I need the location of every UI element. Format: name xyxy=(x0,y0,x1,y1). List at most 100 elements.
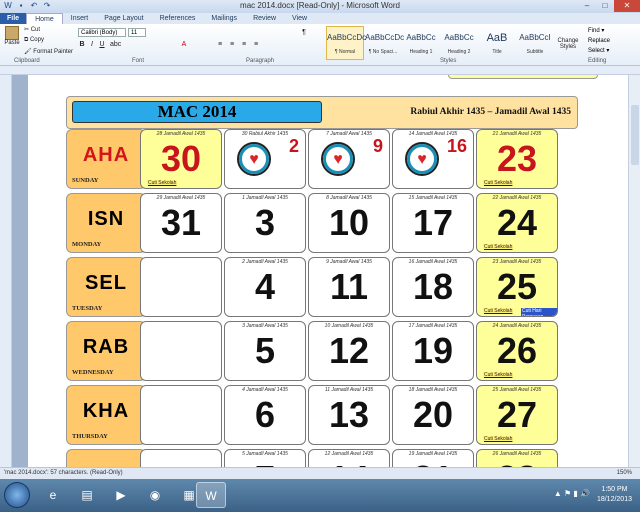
hari-sukan-logo: ♥ xyxy=(405,142,439,176)
clock-time: 1:50 PM xyxy=(601,486,628,493)
system-tray[interactable]: ▲ ⚑ ▮ 🔊 xyxy=(554,489,590,498)
date-cell: 7 Jamadil Awal 1435 ♥ 9 xyxy=(308,129,390,189)
day-name-english: TUESDAY xyxy=(72,305,103,312)
cut-button[interactable]: ✂ Cut xyxy=(24,26,40,33)
date-number: 10 xyxy=(328,202,370,243)
month-title: MAC 2014 xyxy=(72,101,322,123)
font-name-select[interactable]: Calibri (Body) xyxy=(78,28,126,37)
style-label: Heading 2 xyxy=(447,49,471,55)
date-number: 13 xyxy=(328,394,370,435)
date-cell: 1 Jamadil Awal 1435 3 xyxy=(224,193,306,253)
vertical-ruler[interactable] xyxy=(0,75,12,467)
hijri-date: 9 Jamadil Awal 1435 xyxy=(326,259,372,265)
date-cell: 28 Jamadil Awal 1435 30 Cuti Sekolah xyxy=(140,129,222,189)
date-number: 18 xyxy=(412,266,454,307)
cut-label: Cut xyxy=(30,27,41,33)
word-taskbar-icon[interactable]: W xyxy=(196,482,226,508)
date-cell xyxy=(140,385,222,445)
date-number: 12 xyxy=(328,330,370,371)
style-title[interactable]: AaB Title xyxy=(478,26,516,60)
clipboard-icon xyxy=(5,26,19,40)
scroll-thumb[interactable] xyxy=(631,105,639,165)
select-button[interactable]: Select ▾ xyxy=(588,46,610,56)
style-preview: AaBbCcI xyxy=(519,33,551,42)
date-number: 21 xyxy=(393,459,473,468)
tab-insert[interactable]: Insert xyxy=(63,13,97,24)
tab-mailings[interactable]: Mailings xyxy=(203,13,245,24)
hijri-date: 19 Jamadil Awal 1435 xyxy=(408,451,458,457)
minimize-button[interactable]: – xyxy=(578,0,596,12)
firefox-icon[interactable]: ◉ xyxy=(140,482,170,508)
align-center-button[interactable]: ≡ xyxy=(228,40,236,49)
justify-button[interactable]: ≡ xyxy=(252,40,260,49)
style-subtitle[interactable]: AaBbCcI Subtitle xyxy=(516,26,554,60)
maximize-button[interactable]: □ xyxy=(596,0,614,12)
document-page[interactable]: MAC 2014 Rabiul Akhir 1435 – Jamadil Awa… xyxy=(28,75,628,467)
style-normal[interactable]: AaBbCcDc ¶ Normal xyxy=(326,26,366,60)
tab-home[interactable]: Home xyxy=(26,13,63,24)
paste-button[interactable]: Paste xyxy=(3,26,21,52)
style-no-spacing[interactable]: AaBbCcDc ¶ No Spaci... xyxy=(364,26,405,60)
close-button[interactable]: ✕ xyxy=(614,0,640,12)
hijri-date: 1 Jamadil Awal 1435 xyxy=(242,195,288,201)
hijri-date: 16 Jamadil Awal 1435 xyxy=(408,259,458,265)
font-color-button[interactable]: A xyxy=(180,40,188,49)
tab-view[interactable]: View xyxy=(284,13,315,24)
date-cell: 9 Jamadil Awal 1435 11 xyxy=(308,257,390,317)
day-name-malay: AHA xyxy=(82,144,130,166)
date-number: 31 xyxy=(160,202,202,243)
clock[interactable]: 1:50 PM 18/12/2013 xyxy=(597,485,632,505)
calendar-header: MAC 2014 Rabiul Akhir 1435 – Jamadil Awa… xyxy=(66,96,578,129)
align-left-button[interactable]: ≡ xyxy=(216,40,224,49)
bold-button[interactable]: B xyxy=(78,40,86,49)
date-number: 7 xyxy=(225,459,305,468)
style-preview: AaBbCcDc xyxy=(365,33,405,42)
change-styles-button[interactable]: Change Styles xyxy=(554,38,582,50)
horizontal-ruler[interactable] xyxy=(0,66,640,75)
copy-label: Copy xyxy=(29,37,44,43)
date-cell: 22 Jamadil Awal 1435 24 Cuti Sekolah xyxy=(476,193,558,253)
date-number: 28 xyxy=(477,459,557,468)
tab-page-layout[interactable]: Page Layout xyxy=(96,13,151,24)
style-heading-1[interactable]: AaBbCc Heading 1 xyxy=(402,26,440,60)
replace-button[interactable]: Replace xyxy=(588,36,610,46)
date-cell xyxy=(140,321,222,381)
underline-button[interactable]: U xyxy=(98,40,106,49)
format-painter-button[interactable]: 🖌 Format Painter xyxy=(24,48,73,55)
date-cell: 18 Jamadil Awal 1435 20 xyxy=(392,385,474,445)
hijri-date: 28 Jamadil Awal 1435 xyxy=(156,131,206,137)
find-button[interactable]: Find ▾ xyxy=(588,26,610,36)
date-cell: 15 Jamadil Awal 1435 17 xyxy=(392,193,474,253)
group-label-editing: Editing xyxy=(588,58,607,64)
font-size-select[interactable]: 11 xyxy=(128,28,146,37)
paste-label: Paste xyxy=(4,40,20,46)
document-area[interactable]: MAC 2014 Rabiul Akhir 1435 – Jamadil Awa… xyxy=(12,75,628,467)
start-button[interactable] xyxy=(4,482,30,508)
explorer-icon[interactable]: ▤ xyxy=(72,482,102,508)
ie-icon[interactable]: e xyxy=(38,482,68,508)
date-cell xyxy=(140,257,222,317)
copy-button[interactable]: ⧉ Copy xyxy=(24,37,44,44)
vertical-scrollbar[interactable] xyxy=(628,75,640,467)
italic-button[interactable]: I xyxy=(88,40,96,49)
show-formatting-icon[interactable]: ¶ xyxy=(300,28,308,37)
status-bar: 'mac 2014.docx': 57 characters. (Read-On… xyxy=(0,467,640,479)
media-player-icon[interactable]: ▶ xyxy=(106,482,136,508)
zoom-level[interactable]: 150% xyxy=(617,470,632,476)
align-right-button[interactable]: ≡ xyxy=(240,40,248,49)
date-number: 5 xyxy=(254,330,276,371)
strikethrough-button[interactable]: abc xyxy=(110,40,121,49)
tab-review[interactable]: Review xyxy=(245,13,284,24)
date-cell: 29 Jamadil Awal 1435 31 xyxy=(140,193,222,253)
style-label: Title xyxy=(492,49,502,55)
date-cell: 30 Rabiul Akhir 1435 ♥ 2 xyxy=(224,129,306,189)
date-number: 17 xyxy=(412,202,454,243)
date-number: 25 xyxy=(496,266,538,307)
clock-date: 18/12/2013 xyxy=(596,496,632,503)
hijri-date: 12 Jamadil Awal 1435 xyxy=(324,451,374,457)
tab-references[interactable]: References xyxy=(152,13,204,24)
editing-group: Find ▾ Replace Select ▾ xyxy=(588,26,610,56)
tab-file[interactable]: File xyxy=(0,13,27,24)
date-number: 16 xyxy=(446,136,467,156)
style-heading-2[interactable]: AaBbCc Heading 2 xyxy=(440,26,478,60)
